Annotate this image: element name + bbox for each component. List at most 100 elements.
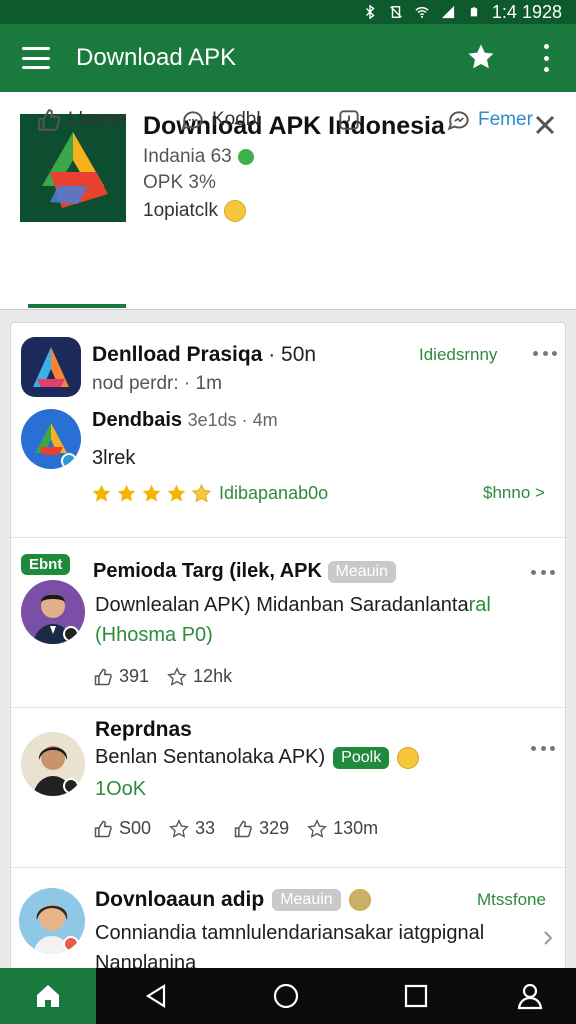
post-body: Conniandia tamnlulendariansakar iatgpign… xyxy=(95,922,485,944)
home-nav-button[interactable] xyxy=(272,982,300,1010)
post-body-link[interactable]: (Hhosma P0) xyxy=(95,624,213,647)
star-outline-icon xyxy=(167,666,187,686)
rating-label: Idibapanab0o xyxy=(219,483,329,503)
rating-stars[interactable] xyxy=(91,483,212,504)
share-button[interactable]: 130m xyxy=(307,818,378,839)
avatar[interactable] xyxy=(21,732,85,796)
battery-icon xyxy=(466,4,482,20)
post-badge: Meauin xyxy=(327,560,396,583)
reply-count: 329 xyxy=(259,818,290,838)
feed-post[interactable]: Ebnt Pemioda Targ (ilek, APK Meauin Down… xyxy=(11,538,565,708)
star-half-icon xyxy=(191,483,212,503)
tab-like[interactable]: Lbeme xyxy=(36,100,126,140)
feed-post[interactable]: Dovnloaaun adip Meauin Mtssfone Conniand… xyxy=(11,868,565,971)
tab-messages-label: Femer xyxy=(478,109,533,130)
more-options-icon[interactable] xyxy=(533,351,557,357)
timer-icon xyxy=(339,110,359,130)
star-filled-icon xyxy=(142,484,161,502)
app-meta-1: Indania 63 xyxy=(143,146,254,168)
post-badge: Poolk xyxy=(333,746,390,769)
post-body-suffix: ral xyxy=(468,594,491,616)
emoji-icon xyxy=(348,889,371,911)
post-body: Downlealan APK) Midanban Saradanlantaral xyxy=(95,594,491,617)
like-button[interactable]: S00 xyxy=(93,818,151,839)
star-outline-icon xyxy=(169,818,189,838)
profile-button[interactable] xyxy=(516,982,544,1010)
star-outline-icon xyxy=(307,818,327,838)
app-meta-2: OPK 3% xyxy=(143,172,216,194)
back-icon xyxy=(145,984,166,1008)
tab-indicator xyxy=(28,304,126,308)
app-meta-3-text: 1opiatclk xyxy=(143,200,218,221)
post-author: Reprdnas xyxy=(95,718,192,741)
post-tag[interactable]: Mtssfone xyxy=(477,890,546,910)
star-filled-icon xyxy=(92,484,111,502)
post-reply-author: Dendbais 3e1ds · 4m xyxy=(92,409,278,432)
tab-comment[interactable]: Kodbl xyxy=(180,100,261,140)
like-count: S00 xyxy=(119,818,152,838)
thumbs-up-icon xyxy=(94,820,112,837)
post-author: Pemioda Targ (ilek, APK Meauin xyxy=(93,560,396,583)
recents-icon xyxy=(404,984,428,1008)
close-icon[interactable] xyxy=(534,114,556,136)
avatar[interactable] xyxy=(21,337,81,397)
post-body-text: Benlan Sentanolaka APK) xyxy=(95,746,326,768)
reply-button[interactable]: 329 xyxy=(233,818,289,839)
app-meta-3: 1opiatclk xyxy=(143,200,246,222)
star-filled-icon xyxy=(117,484,136,502)
tab-messages[interactable]: Femer xyxy=(446,100,533,140)
signal-icon xyxy=(440,4,456,20)
more-options-icon[interactable] xyxy=(531,746,555,752)
post-author-name: Pemioda Targ (ilek, APK xyxy=(93,560,322,582)
recents-button[interactable] xyxy=(402,982,430,1010)
star-filled-icon xyxy=(167,484,186,502)
post-subtitle: nod perdr: · 1m xyxy=(92,373,222,394)
post-actions: 391 12hk xyxy=(93,666,232,687)
emoji-icon xyxy=(224,200,246,222)
post-author: Denlload Prasiqa · 50n xyxy=(92,343,316,367)
share-count: 130m xyxy=(333,818,379,838)
app-meta-1-text: Indania 63 xyxy=(143,146,232,167)
thumbs-up-icon xyxy=(234,820,252,837)
app-header-card: Download APK Indonesia Indania 63 OPK 3%… xyxy=(0,92,576,310)
post-reply-body: 3lrek xyxy=(92,447,136,469)
back-button[interactable] xyxy=(142,982,170,1010)
star-icon[interactable] xyxy=(466,42,496,72)
favorite-button[interactable]: 12hk xyxy=(167,666,232,687)
home-button[interactable] xyxy=(0,968,96,1024)
thumbs-up-icon xyxy=(38,109,61,131)
feed-post[interactable]: Reprdnas Benlan Sentanolaka APK) Poolk 1… xyxy=(11,708,565,868)
like-button[interactable]: 391 xyxy=(93,666,149,687)
overflow-menu-icon[interactable] xyxy=(536,44,556,72)
favorite-button[interactable]: 33 xyxy=(169,818,215,839)
status-time: 1:4 1928 xyxy=(491,1,562,22)
post-actions: S00 33 329 130m xyxy=(93,818,378,839)
post-tag[interactable]: Idiedsrnny xyxy=(419,345,497,365)
app-bar: Download APK xyxy=(0,24,576,92)
favorite-count: 33 xyxy=(195,818,216,838)
feed-list[interactable]: Denlload Prasiqa · 50n Idiedsrnny nod pe… xyxy=(10,322,566,972)
chevron-right-icon[interactable] xyxy=(541,928,555,948)
tab-timer[interactable] xyxy=(336,100,368,140)
post-body-text: Downlealan APK) Midanban Saradanlanta xyxy=(95,594,469,616)
avatar[interactable] xyxy=(19,888,85,954)
like-count: 391 xyxy=(119,666,150,686)
post-reply-author-name: Dendbais xyxy=(92,409,183,431)
post-reply-time: 3e1ds · 4m xyxy=(187,410,278,430)
status-bar: 1:4 1928 xyxy=(0,0,576,24)
menu-icon[interactable] xyxy=(22,47,50,69)
avatar[interactable] xyxy=(21,409,81,469)
message-icon xyxy=(447,111,469,131)
share-link[interactable]: $hnno > xyxy=(483,483,545,503)
tab-like-label: Lbeme xyxy=(68,109,127,130)
post-label-badge: Ebnt xyxy=(21,554,71,575)
post-body-link[interactable]: 1OoK xyxy=(95,778,146,801)
feed-post[interactable]: Denlload Prasiqa · 50n Idiedsrnny nod pe… xyxy=(11,323,565,538)
tab-comment-label: Kodbl xyxy=(212,109,261,130)
post-author-name: Denlload Prasiqa xyxy=(92,343,263,366)
emoji-icon xyxy=(397,746,420,769)
vibrate-icon xyxy=(388,4,404,20)
app-meta-2-text: OPK 3% xyxy=(143,172,216,193)
more-options-icon[interactable] xyxy=(531,570,555,576)
avatar[interactable] xyxy=(21,580,85,644)
